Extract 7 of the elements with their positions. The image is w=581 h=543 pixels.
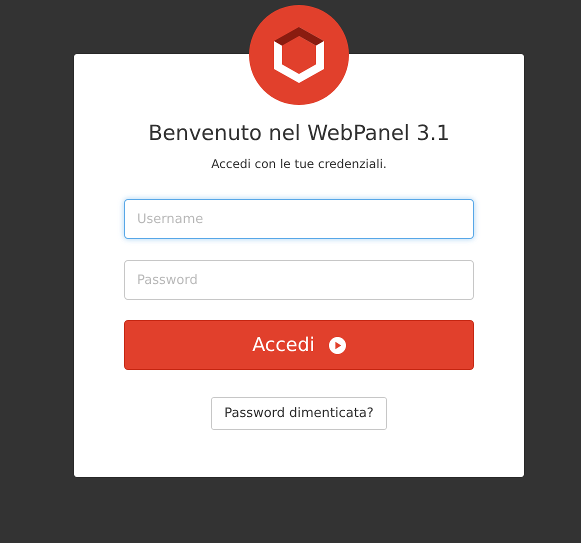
forgot-password-button[interactable]: Password dimenticata? — [211, 397, 387, 430]
username-field[interactable]: Username — [124, 199, 474, 239]
login-button[interactable]: Accedi — [124, 320, 474, 370]
play-icon — [328, 336, 346, 354]
subtitle-text: Accedi con le tue credenziali. — [210, 156, 388, 172]
welcome-title: Benvenuto nel WebPanel 3.1 — [147, 120, 451, 146]
password-field[interactable]: Password — [124, 260, 474, 300]
